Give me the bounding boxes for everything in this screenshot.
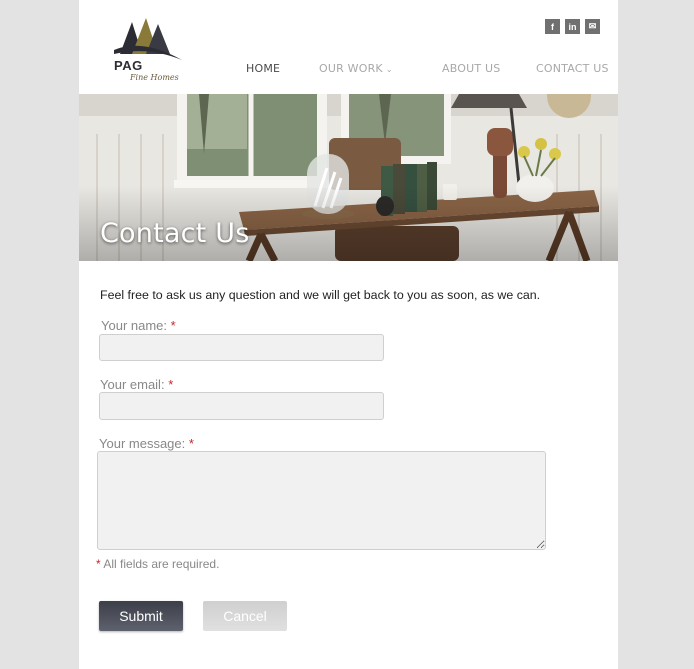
page-container: PAG Fine Homes f in ✉ HOME OUR WORK ⌄ ABO… (79, 0, 618, 669)
logo-mountains-icon (114, 18, 182, 60)
nav-our-work-label: OUR WORK (319, 62, 383, 75)
linkedin-icon[interactable]: in (565, 19, 580, 34)
mail-icon[interactable]: ✉ (585, 19, 600, 34)
cancel-button[interactable]: Cancel (203, 601, 287, 631)
nav-our-work[interactable]: OUR WORK ⌄ (319, 62, 393, 75)
email-label: Your email: * (100, 377, 173, 392)
nav-about-us[interactable]: ABOUT US (442, 62, 500, 75)
name-label-text: Your name: (101, 318, 168, 333)
required-note-text: All fields are required. (103, 557, 220, 571)
chevron-down-icon: ⌄ (385, 65, 393, 74)
submit-button[interactable]: Submit (99, 601, 183, 631)
email-label-text: Your email: (100, 377, 165, 392)
page-title: Contact Us (100, 218, 250, 249)
name-label: Your name: * (101, 318, 176, 333)
required-mark: * (168, 377, 174, 392)
email-input[interactable] (99, 392, 384, 420)
intro-text: Feel free to ask us any question and we … (100, 288, 541, 302)
social-links: f in ✉ (545, 19, 600, 34)
name-input[interactable] (99, 334, 384, 361)
required-mark: * (170, 318, 176, 333)
message-textarea[interactable] (97, 451, 546, 550)
nav-contact-us[interactable]: CONTACT US (536, 62, 609, 75)
message-label-text: Your message: (99, 436, 186, 451)
facebook-icon[interactable]: f (545, 19, 560, 34)
required-note: * All fields are required. (96, 557, 219, 571)
nav-home[interactable]: HOME (246, 62, 280, 75)
required-mark: * (96, 557, 101, 571)
message-label: Your message: * (99, 436, 194, 451)
hero-banner: Contact Us (79, 94, 618, 261)
required-mark: * (188, 436, 194, 451)
main-nav: HOME OUR WORK ⌄ ABOUT US CONTACT US (79, 62, 618, 76)
